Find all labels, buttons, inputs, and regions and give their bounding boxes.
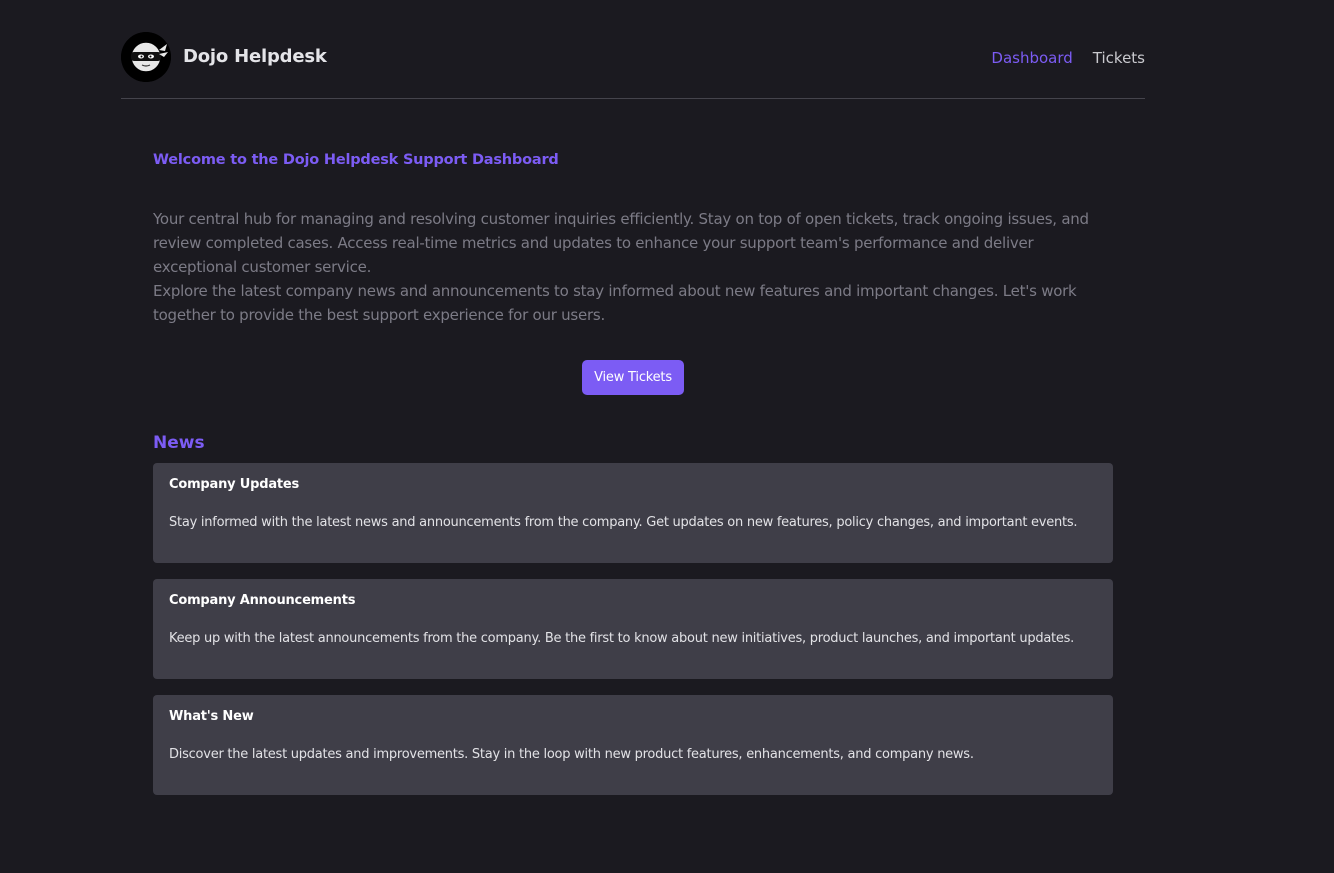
news-card: Company Updates Stay informed with the l… <box>153 463 1113 563</box>
news-card-body: Stay informed with the latest news and a… <box>169 515 1078 530</box>
brand-name: Dojo Helpdesk <box>183 46 327 67</box>
main-nav: Dashboard Tickets <box>991 48 1145 68</box>
news-card-body: Keep up with the latest announcements fr… <box>169 631 1075 646</box>
button-row: View Tickets <box>153 360 1113 395</box>
intro-text: Your central hub for managing and resolv… <box>153 207 1113 327</box>
news-card: Company Announcements Keep up with the l… <box>153 579 1113 679</box>
news-list: Company Updates Stay informed with the l… <box>153 463 1113 795</box>
ninja-icon[interactable] <box>121 32 171 82</box>
site-header: Dojo Helpdesk Dashboard Tickets <box>121 32 1145 99</box>
news-card-body: Discover the latest updates and improvem… <box>169 747 974 762</box>
news-heading: News <box>153 433 205 453</box>
dashboard-main: Welcome to the Dojo Helpdesk Support Das… <box>153 150 1113 811</box>
news-card-title: Company Updates <box>169 477 300 492</box>
intro-paragraph: Explore the latest company news and anno… <box>153 282 1077 324</box>
page: Dojo Helpdesk Dashboard Tickets Welcome … <box>0 0 1334 873</box>
nav-dashboard[interactable]: Dashboard <box>991 48 1072 68</box>
news-card-title: Company Announcements <box>169 593 356 608</box>
news-card-title: What's New <box>169 709 254 724</box>
news-card: What's New Discover the latest updates a… <box>153 695 1113 795</box>
intro-paragraph: Your central hub for managing and resolv… <box>153 210 1089 276</box>
view-tickets-button[interactable]: View Tickets <box>582 360 684 395</box>
nav-tickets[interactable]: Tickets <box>1093 48 1145 68</box>
welcome-title: Welcome to the Dojo Helpdesk Support Das… <box>153 152 559 168</box>
